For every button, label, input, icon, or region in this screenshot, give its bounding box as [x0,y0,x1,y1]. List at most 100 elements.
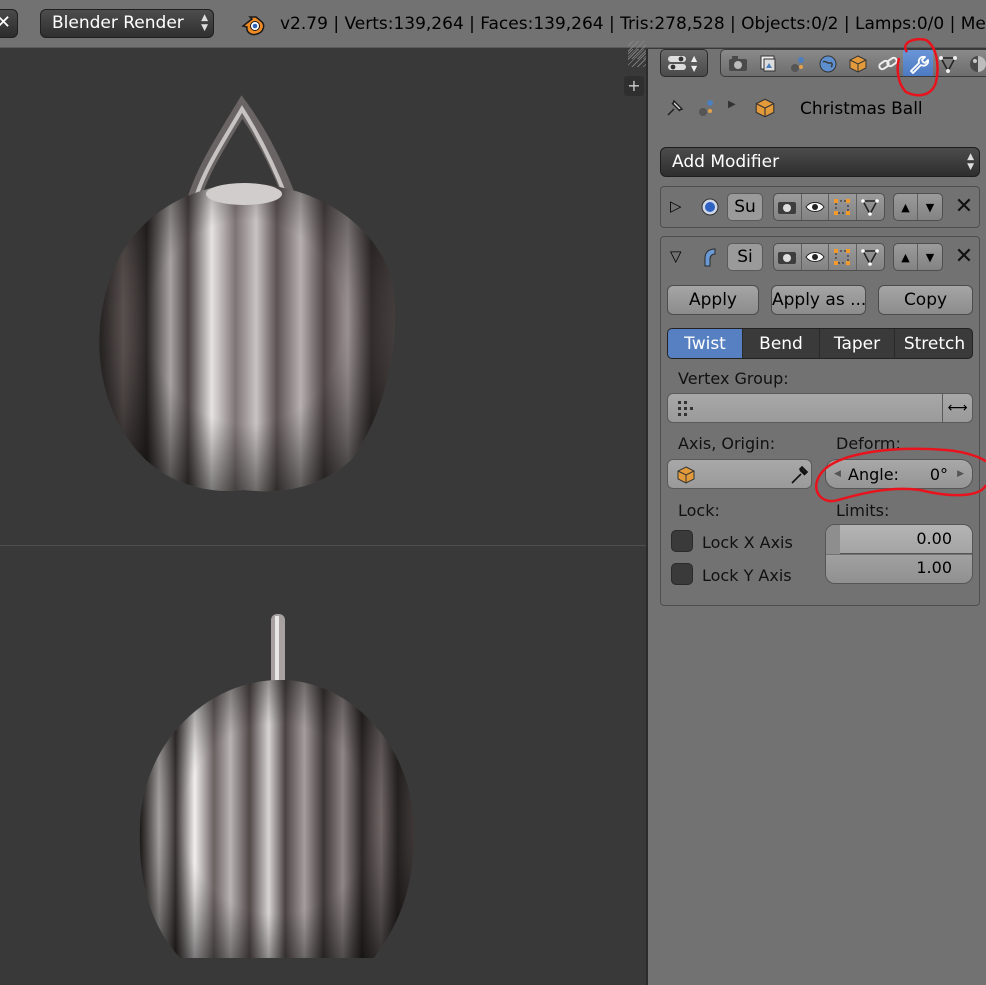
limits-range: 0.00 1.00 [825,524,973,584]
simple-deform-icon [704,248,716,267]
modifier-subsurf: ▷ Su ▲ ▼ ✕ [660,186,980,228]
svg-text:▼: ▼ [691,64,698,73]
context-tab-group [720,49,986,77]
move-up-icon[interactable]: ▲ [894,194,918,220]
decrement-arrow-icon[interactable]: ◀ [834,460,841,488]
add-modifier-menu[interactable]: Add Modifier ▲ ▼ [660,147,980,177]
deform-mode-selector: Twist Bend Taper Stretch [667,328,973,359]
cage-toggle-icon[interactable] [857,194,884,220]
vertex-group-icon [678,401,693,416]
move-buttons: ▲ ▼ [893,193,943,221]
select-arrows-icon: ▲ ▼ [967,152,974,172]
limit-max-value: 1.00 [916,558,952,577]
data-icon[interactable] [933,50,963,76]
x-icon: ✕ [0,12,11,33]
editmode-toggle-icon[interactable] [829,244,857,270]
angle-field[interactable]: ◀ Angle: 0° ▶ [825,459,973,489]
pin-icon[interactable] [664,97,686,119]
origin-object-field[interactable] [667,459,812,489]
editor-type-button[interactable]: ✕ [0,9,18,38]
display-toggle-icon: ▲ ▼ [668,54,698,73]
modifier-name-field[interactable]: Si [727,243,763,271]
christmas-ball-twisted [99,95,396,492]
render-engine-select[interactable]: Blender Render ▲ ▼ [40,9,214,38]
object-breadcrumb-icon [755,98,775,118]
axis-origin-label: Axis, Origin: [678,434,776,453]
cage-toggle-icon[interactable] [857,244,884,270]
panel-corner-handle[interactable] [628,41,646,59]
mode-taper[interactable]: Taper [820,329,895,358]
modifiers-icon[interactable] [903,50,933,76]
increment-arrow-icon[interactable]: ▶ [957,460,964,488]
render-icon[interactable] [723,50,753,76]
lock-label: Lock: [678,501,720,520]
eyedropper-icon[interactable] [789,464,809,486]
copy-button[interactable]: Copy [878,285,973,315]
limit-max-field[interactable]: 1.00 [826,555,972,583]
lock-x-checkbox[interactable] [671,530,693,552]
vertex-group-label: Vertex Group: [678,369,789,388]
breadcrumb-arrow-icon: ▶ [728,99,736,110]
modifier-simple-deform: ▽ Si ▲ ▼ ✕ Apply Apply as ... Copy Twist… [660,236,980,606]
modifier-header: ▷ Su ▲ ▼ ✕ [661,187,979,227]
region-toggle-button[interactable]: + [624,76,644,96]
limits-label: Limits: [836,501,890,520]
remove-modifier-button[interactable]: ✕ [953,193,975,221]
mode-bend[interactable]: Bend [743,329,820,358]
object-name: Christmas Ball [800,99,923,119]
angle-label: Angle: [848,465,899,484]
christmas-ball-straight [139,614,415,958]
render-layers-icon[interactable] [753,50,783,76]
properties-editor: ▲ ▼ ▶ Christmas Ball Add Modifier ▲ ▼ ▷ … [628,41,986,985]
lock-y-checkbox[interactable] [671,563,693,585]
apply-as-shape-button[interactable]: Apply as ... [771,285,866,315]
vertex-group-field[interactable]: ⟷ [667,393,973,423]
invert-vertex-group-icon[interactable]: ⟷ [942,394,972,422]
visibility-toggles [773,193,885,221]
modifier-header: ▽ Si ▲ ▼ ✕ [661,237,979,277]
move-buttons: ▲ ▼ [893,243,943,271]
render-toggle-icon[interactable] [774,244,802,270]
3d-viewport-top[interactable]: + [0,49,646,545]
expand-arrow-icon[interactable]: ▷ [670,197,682,215]
render-toggle-icon[interactable] [774,194,802,220]
remove-modifier-button[interactable]: ✕ [953,243,975,271]
3d-viewport-bottom[interactable] [0,546,646,985]
pin-context-toggle[interactable]: ▲ ▼ [660,49,708,77]
viewport-toggle-icon[interactable] [802,244,829,270]
add-modifier-label: Add Modifier [672,152,780,172]
apply-button[interactable]: Apply [667,285,759,315]
limit-min-value: 0.00 [916,529,952,548]
select-arrows-icon: ▲ ▼ [201,13,208,33]
collapse-arrow-icon[interactable]: ▽ [670,247,682,265]
move-down-icon[interactable]: ▼ [918,194,942,220]
limit-min-field[interactable]: 0.00 [826,525,972,554]
breadcrumb: ▶ Christmas Ball [662,97,982,121]
world-icon[interactable] [813,50,843,76]
deform-label: Deform: [836,434,901,453]
constraints-icon[interactable] [873,50,903,76]
visibility-toggles [773,243,885,271]
lock-x-label: Lock X Axis [702,533,793,552]
subsurf-icon [701,198,719,216]
editmode-toggle-icon[interactable] [829,194,857,220]
context-tabs: ▲ ▼ [660,49,986,79]
modifier-name-field[interactable]: Su [727,193,763,221]
move-down-icon[interactable]: ▼ [918,244,942,270]
scene-icon[interactable] [783,50,813,76]
material-icon[interactable] [963,50,986,76]
viewport-toggle-icon[interactable] [802,194,829,220]
object-icon[interactable] [843,50,873,76]
info-header: ✕ Blender Render ▲▼ v2.79 | Verts:139,26… [0,0,986,48]
blender-logo-icon [241,16,265,36]
move-up-icon[interactable]: ▲ [894,244,918,270]
scene-stats: v2.79 | Verts:139,264 | Faces:139,264 | … [280,14,986,34]
angle-value: 0° [929,465,948,484]
scene-breadcrumb-icon [699,100,713,116]
lock-y-label: Lock Y Axis [702,566,792,585]
limit-min-slider-fill [826,525,840,554]
svg-text:▲: ▲ [691,54,698,63]
mode-stretch[interactable]: Stretch [895,329,972,358]
mode-twist[interactable]: Twist [668,329,743,358]
render-engine-label: Blender Render [52,13,184,33]
